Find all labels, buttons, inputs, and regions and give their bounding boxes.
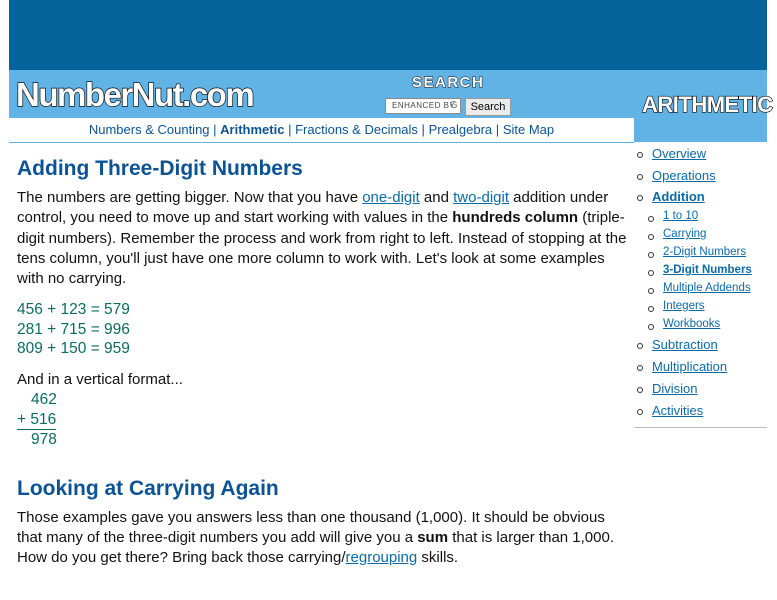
bullet-icon xyxy=(637,387,643,393)
bullet-icon xyxy=(648,252,654,258)
search-placeholder: ENHANCED BY xyxy=(392,101,456,110)
sidebar-subitem-2-digit[interactable]: 2-Digit Numbers xyxy=(663,246,746,258)
bullet-icon xyxy=(637,343,643,349)
sidebar-subitem-carrying[interactable]: Carrying xyxy=(663,228,706,240)
nav-separator: | xyxy=(288,122,292,137)
vertical-addend-2: + 516 xyxy=(17,410,57,430)
sidebar-item-overview[interactable]: Overview xyxy=(652,146,706,161)
example-line: 809 + 150 = 959 xyxy=(17,340,130,358)
nav-separator: | xyxy=(495,122,500,137)
vertical-addend-1: 462 xyxy=(31,391,57,409)
bullet-icon xyxy=(648,234,654,240)
sidebar-subitem-integers[interactable]: Integers xyxy=(663,300,705,312)
vertical-sum: 978 xyxy=(31,431,57,449)
sidebar: Overview Operations Addition 1 to 10 Car… xyxy=(634,142,767,428)
sidebar-item-operations[interactable]: Operations xyxy=(652,168,716,183)
nav-prealgebra[interactable]: Prealgebra xyxy=(429,122,493,137)
search-button[interactable]: Search xyxy=(465,98,511,116)
vertical-intro: And in a vertical format... xyxy=(17,370,183,388)
site-logo[interactable]: NumberNut.com xyxy=(15,75,255,115)
intro-paragraph: The numbers are getting bigger. Now that… xyxy=(17,189,627,288)
google-icon: G xyxy=(449,100,458,111)
nav-fractions-decimals[interactable]: Fractions & Decimals xyxy=(295,122,418,137)
sidebar-item-subtraction[interactable]: Subtraction xyxy=(652,337,718,352)
sidebar-subitem-1-to-10[interactable]: 1 to 10 xyxy=(663,210,698,222)
article: Adding Three-Digit Numbers The numbers a… xyxy=(17,150,629,568)
nav-divider xyxy=(9,142,634,143)
bullet-icon xyxy=(648,216,654,222)
bullet-icon xyxy=(637,365,643,371)
top-nav: Numbers & Counting | Arithmetic | Fracti… xyxy=(9,118,634,142)
bullet-icon xyxy=(648,306,654,312)
sidebar-item-addition[interactable]: Addition xyxy=(652,189,705,204)
bullet-icon xyxy=(637,152,643,158)
nav-separator: | xyxy=(421,122,425,137)
carrying-paragraph: Those examples gave you answers less tha… xyxy=(17,508,614,567)
section-heading: Looking at Carrying Again xyxy=(17,476,279,500)
page-title: Adding Three-Digit Numbers xyxy=(17,157,303,180)
example-line: 281 + 715 = 996 xyxy=(17,320,130,338)
two-digit-link[interactable]: two-digit xyxy=(453,189,509,206)
sidebar-subitem-3-digit[interactable]: 3-Digit Numbers xyxy=(663,264,752,276)
bullet-icon xyxy=(648,288,654,294)
sidebar-item-division[interactable]: Division xyxy=(652,381,698,396)
top-banner xyxy=(9,0,767,70)
search-title: SEARCH xyxy=(411,74,485,92)
search-input[interactable]: ENHANCED BY G xyxy=(385,98,461,114)
section-title: ARITHMETIC xyxy=(641,91,773,117)
bullet-icon xyxy=(637,174,643,180)
sidebar-subitem-workbooks[interactable]: Workbooks xyxy=(663,318,720,330)
one-digit-link[interactable]: one-digit xyxy=(362,189,420,206)
sidebar-subitem-multiple-addends[interactable]: Multiple Addends xyxy=(663,282,751,294)
nav-separator: | xyxy=(213,122,217,137)
bullet-icon xyxy=(648,324,654,330)
regrouping-link[interactable]: regrouping xyxy=(346,549,418,566)
example-line: 456 + 123 = 579 xyxy=(17,301,130,319)
nav-arithmetic[interactable]: Arithmetic xyxy=(220,122,284,137)
nav-site-map[interactable]: Site Map xyxy=(503,122,554,137)
sidebar-item-multiplication[interactable]: Multiplication xyxy=(652,359,727,374)
bullet-icon xyxy=(637,409,643,415)
nav-numbers-counting[interactable]: Numbers & Counting xyxy=(89,122,210,137)
sidebar-item-activities[interactable]: Activities xyxy=(652,403,703,418)
bullet-icon xyxy=(637,195,643,201)
bullet-icon xyxy=(648,270,654,276)
